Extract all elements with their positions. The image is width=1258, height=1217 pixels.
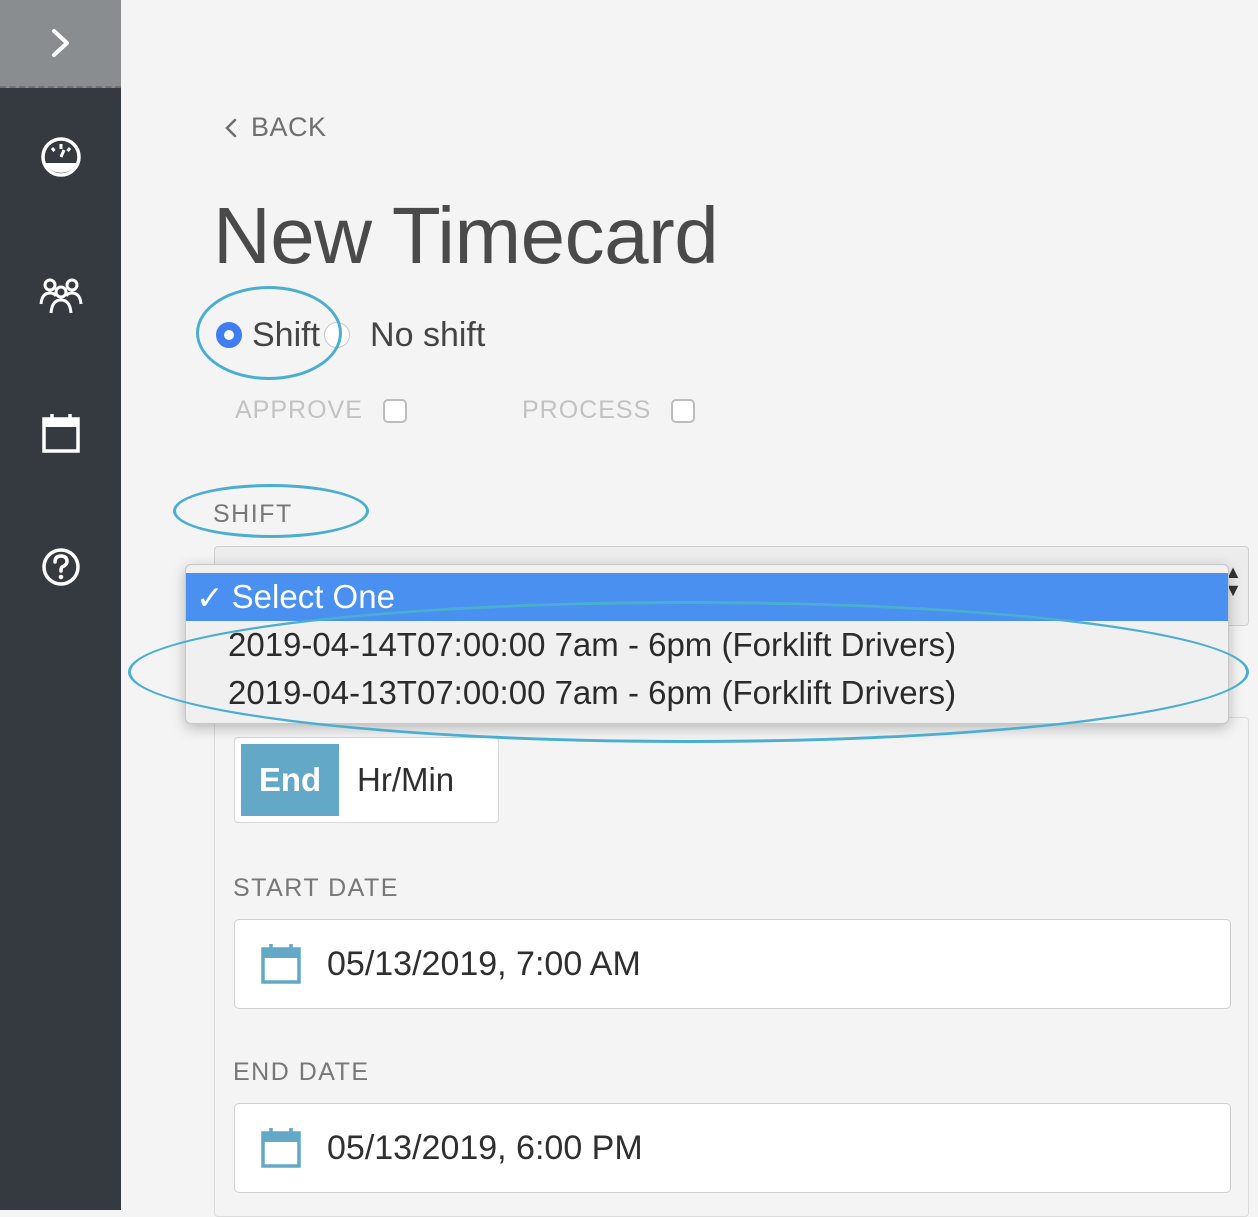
shift-field-label: SHIFT [213, 500, 293, 528]
shift-radio[interactable] [216, 322, 242, 348]
dropdown-option-shift-2019-04-14[interactable]: 2019-04-14T07:00:00 7am - 6pm (Forklift … [186, 621, 1228, 669]
start-date-input[interactable]: 05/13/2019, 7:00 AM [234, 919, 1231, 1009]
calendar-icon [261, 944, 301, 984]
no-shift-radio-label[interactable]: No shift [370, 316, 485, 355]
start-date-label: START DATE [233, 874, 399, 902]
end-date-label: END DATE [233, 1058, 370, 1086]
duration-mode-toggle: End Hr/Min [234, 737, 499, 823]
back-label: BACK [251, 112, 327, 142]
hrmin-toggle-button[interactable]: Hr/Min [357, 761, 454, 799]
dashboard-gauge-icon [40, 137, 81, 177]
chevron-right-icon [51, 29, 69, 57]
sidebar-item-help[interactable] [0, 547, 121, 587]
shift-dropdown-menu: ✓ Select One 2019-04-14T07:00:00 7am - 6… [185, 564, 1229, 724]
end-date-input[interactable]: 05/13/2019, 6:00 PM [234, 1103, 1231, 1193]
start-date-value: 05/13/2019, 7:00 AM [327, 944, 641, 983]
sidebar-item-users[interactable] [0, 276, 121, 316]
process-label: PROCESS [522, 396, 652, 424]
calendar-icon [41, 414, 80, 453]
approve-checkbox[interactable] [382, 398, 407, 423]
end-date-value: 05/13/2019, 6:00 PM [327, 1128, 643, 1167]
sidebar [0, 0, 121, 1210]
dropdown-option-label: Select One [231, 578, 395, 615]
shift-mode-radio-group: Shift No shift [216, 310, 485, 360]
users-group-icon [39, 278, 82, 314]
checkmark-icon: ✓ [196, 578, 224, 616]
help-question-icon [41, 548, 80, 586]
sidebar-expand-button[interactable] [0, 0, 121, 88]
end-toggle-button[interactable]: End [241, 744, 339, 816]
approve-checkbox-group: APPROVE [235, 396, 407, 425]
page-title: New Timecard [213, 191, 719, 280]
process-checkbox-group: PROCESS [522, 396, 696, 425]
main-content: BACK New Timecard Shift No shift APPROVE… [121, 0, 1258, 1217]
dropdown-option-select-one[interactable]: ✓ Select One [186, 573, 1228, 621]
chevron-left-icon [225, 118, 237, 137]
sidebar-item-dashboard[interactable] [0, 136, 121, 178]
approve-label: APPROVE [235, 396, 363, 424]
dropdown-option-shift-2019-04-13[interactable]: 2019-04-13T07:00:00 7am - 6pm (Forklift … [186, 669, 1228, 717]
calendar-icon [261, 1128, 301, 1168]
process-checkbox[interactable] [671, 398, 696, 423]
shift-radio-label[interactable]: Shift [252, 316, 320, 355]
sidebar-item-calendar[interactable] [0, 412, 121, 454]
back-link[interactable]: BACK [225, 112, 327, 143]
no-shift-radio[interactable] [324, 322, 351, 348]
